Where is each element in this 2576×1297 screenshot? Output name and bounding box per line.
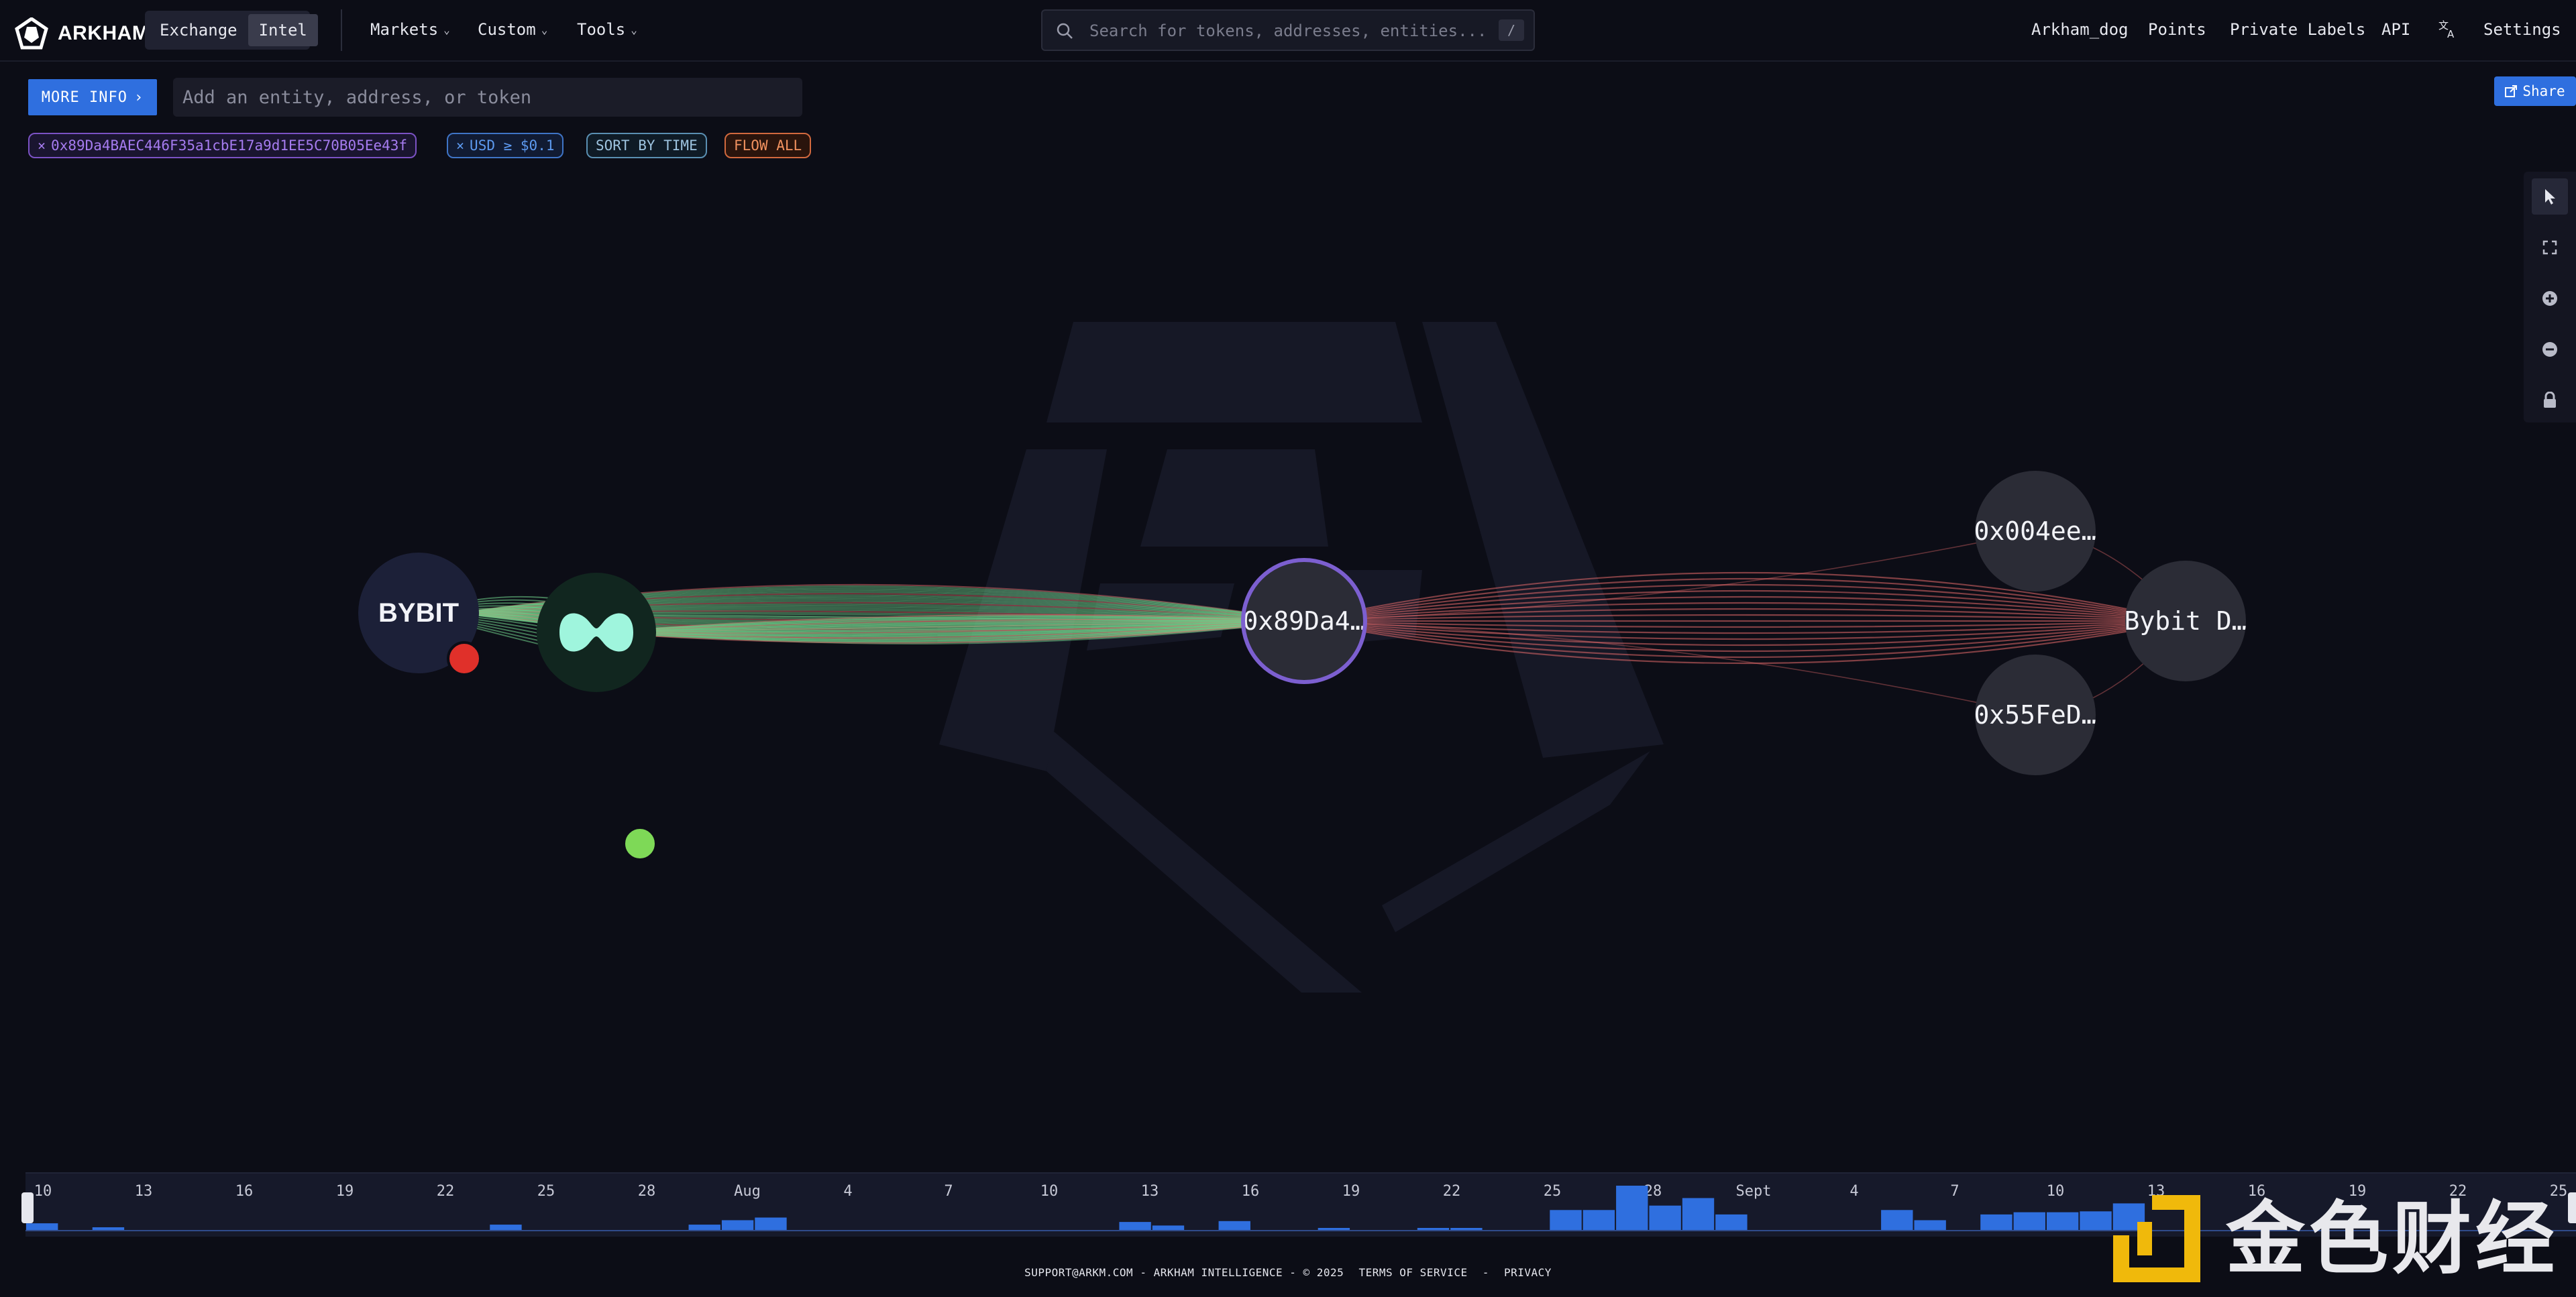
user-profile-link[interactable]: Arkham_dog (2031, 20, 2129, 39)
private-labels-link[interactable]: Private Labels (2230, 20, 2365, 39)
node-bybit-deposit-label: Bybit D… (2125, 606, 2246, 636)
status-badge (447, 641, 482, 676)
search-input[interactable]: Search for tokens, addresses, entities..… (1089, 21, 1487, 40)
privacy-link[interactable]: PRIVACY (1504, 1266, 1552, 1279)
points-link[interactable]: Points (2148, 20, 2206, 39)
usd-filter-chip[interactable]: × USD ≥ $0.1 (447, 133, 564, 158)
status-badge (623, 826, 657, 861)
bybit-logo-text: BYBIT (378, 598, 459, 628)
arkham-logo-icon (15, 17, 48, 50)
footer-support-text: SUPPORT@ARKM.COM - ARKHAM INTELLIGENCE -… (1024, 1266, 1344, 1279)
jinse-watermark-text: 金色财经 (2226, 1192, 2559, 1285)
timeline-bar[interactable] (1550, 1210, 1582, 1230)
chevron-right-icon: › (133, 89, 144, 106)
share-button[interactable]: Share (2494, 76, 2576, 106)
nav-tools-label: Tools (577, 20, 626, 39)
node-0x004ee-label: 0x004ee… (1975, 516, 2096, 546)
add-entity-input[interactable]: Add an entity, address, or token (173, 78, 802, 117)
mode-exchange-button[interactable]: Exchange (149, 14, 248, 46)
timeline-bar[interactable] (1318, 1228, 1350, 1230)
share-label: Share (2522, 83, 2565, 99)
timeline-bar[interactable] (2013, 1212, 2045, 1230)
flow-graph-canvas[interactable]: BYBIT 0x89Da4… 0x004ee… Bybit D… 0x55FeD… (0, 168, 2576, 1153)
timeline-bar[interactable] (1450, 1228, 1483, 1230)
add-entity-placeholder: Add an entity, address, or token (182, 87, 532, 108)
translate-icon[interactable]: 文 A (2438, 19, 2458, 43)
timeline-bar[interactable] (1417, 1228, 1450, 1230)
timeline-bar[interactable] (688, 1225, 720, 1230)
timeline-bar[interactable] (1715, 1214, 1748, 1230)
chevron-down-icon: ⌄ (443, 23, 450, 36)
chevron-down-icon: ⌄ (631, 23, 637, 36)
usd-filter-label: USD ≥ $0.1 (470, 137, 555, 154)
timeline-bar[interactable] (1152, 1225, 1185, 1230)
flow-edge[interactable] (1303, 614, 2186, 622)
mode-intel-button[interactable]: Intel (248, 14, 318, 46)
address-filter-label: 0x89Da4BAEC446F35a1cbE17a9d1EE5C70B05Ee4… (51, 137, 408, 154)
node-center-address[interactable]: 0x89Da4… (1241, 558, 1367, 684)
nav-markets-menu[interactable]: Markets ⌄ (370, 20, 450, 39)
flow-all-label: FLOW ALL (734, 137, 802, 154)
timeline-bar[interactable] (721, 1220, 754, 1230)
close-icon[interactable]: × (38, 137, 46, 154)
flow-all-chip[interactable]: FLOW ALL (724, 133, 812, 158)
timeline-bar[interactable] (1119, 1222, 1151, 1230)
flow-edge[interactable] (1303, 589, 2186, 622)
close-icon[interactable]: × (456, 137, 464, 154)
search-shortcut-key: / (1499, 19, 1524, 41)
timeline-start-handle[interactable] (21, 1192, 34, 1223)
logo-text: ARKHAM (58, 22, 150, 44)
timeline-bar[interactable] (1582, 1210, 1615, 1230)
svg-text:A: A (2447, 28, 2455, 39)
terms-link[interactable]: TERMS OF SERVICE (1358, 1266, 1467, 1279)
hyperliquid-logo-icon (559, 613, 633, 652)
node-hyperliquid[interactable] (537, 573, 656, 692)
timeline-bar[interactable] (1914, 1220, 1946, 1230)
flow-edge[interactable] (1303, 620, 2186, 628)
nav-custom-label: Custom (478, 20, 536, 39)
sort-by-time-label: SORT BY TIME (596, 137, 698, 154)
timeline-bar[interactable] (1682, 1198, 1715, 1230)
flow-edge[interactable] (1303, 620, 2186, 653)
search-icon (1057, 23, 1073, 39)
node-bybit-deposit[interactable]: Bybit D… (2125, 561, 2246, 681)
settings-link[interactable]: Settings (2483, 20, 2561, 39)
jinse-watermark-icon (2113, 1195, 2200, 1282)
sort-by-time-chip[interactable]: SORT BY TIME (586, 133, 707, 158)
footer-separator: - (1482, 1266, 1489, 1279)
more-info-button[interactable]: MORE INFO › (28, 79, 157, 115)
node-0x55fed[interactable]: 0x55FeD… (1975, 655, 2096, 775)
address-filter-chip[interactable]: × 0x89Da4BAEC446F35a1cbE17a9d1EE5C70B05E… (28, 133, 417, 158)
timeline-bar[interactable] (1980, 1214, 2012, 1230)
timeline-bar[interactable] (92, 1227, 125, 1230)
timeline-bar[interactable] (1649, 1205, 1681, 1230)
timeline-bar[interactable] (1218, 1221, 1250, 1230)
arkham-logo[interactable]: ARKHAM (15, 17, 149, 50)
node-0x55fed-label: 0x55FeD… (1975, 700, 2096, 730)
timeline-bar[interactable] (490, 1225, 522, 1230)
timeline-end-handle[interactable] (2568, 1192, 2576, 1223)
nav-custom-menu[interactable]: Custom ⌄ (478, 20, 547, 39)
nav-markets-label: Markets (370, 20, 439, 39)
more-info-label: MORE INFO (41, 89, 127, 106)
mode-switch: Exchange Intel (145, 11, 318, 50)
center-address-label: 0x89Da4… (1242, 606, 1366, 636)
timeline-bar[interactable] (2046, 1212, 2079, 1230)
timeline-bar[interactable] (26, 1223, 58, 1230)
share-icon (2505, 85, 2518, 97)
header-divider (341, 9, 342, 51)
chevron-down-icon: ⌄ (541, 23, 548, 36)
global-search[interactable]: Search for tokens, addresses, entities..… (1041, 9, 1535, 51)
timeline-bar[interactable] (1881, 1210, 1913, 1230)
api-link[interactable]: API (2381, 20, 2410, 39)
nav-tools-menu[interactable]: Tools ⌄ (577, 20, 637, 39)
timeline-bar[interactable] (2080, 1211, 2112, 1230)
timeline-bar[interactable] (755, 1217, 787, 1230)
timeline-bar[interactable] (1616, 1186, 1648, 1230)
node-0x004ee[interactable]: 0x004ee… (1975, 471, 2096, 591)
top-navigation-bar: ARKHAM Exchange Intel Markets ⌄ Custom ⌄… (0, 0, 2576, 62)
